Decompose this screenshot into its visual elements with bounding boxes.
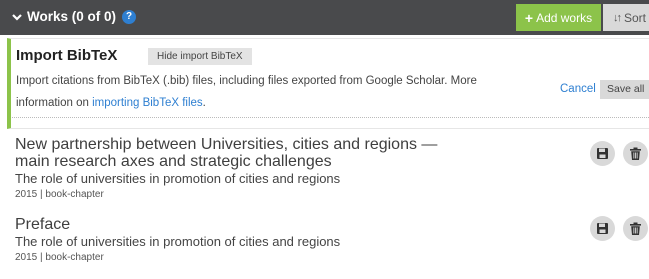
work-item: New partnership between Universities, ci… xyxy=(15,136,625,201)
import-description: Import citations from BibTeX (.bib) file… xyxy=(16,70,486,114)
work-meta: 2015 | book-chapter xyxy=(15,189,104,200)
trash-icon xyxy=(630,147,641,160)
help-icon[interactable]: ? xyxy=(122,9,137,24)
add-works-button[interactable]: + Add works xyxy=(516,4,601,31)
delete-work-button[interactable] xyxy=(623,216,648,241)
save-icon xyxy=(597,148,608,159)
works-title: Works (0 of 0) xyxy=(27,9,117,24)
save-work-button[interactable] xyxy=(590,141,615,166)
import-description-text: Import citations from BibTeX (.bib) file… xyxy=(16,75,477,109)
sort-button[interactable]: ↓↑ Sort xyxy=(603,4,649,31)
works-toggle[interactable]: Works (0 of 0) ? xyxy=(10,9,137,24)
trash-icon xyxy=(630,222,641,235)
save-icon xyxy=(597,223,608,234)
save-all-button[interactable]: Save all xyxy=(600,80,649,99)
importing-bibtex-link[interactable]: importing BibTeX files xyxy=(92,97,203,109)
sort-label: Sort xyxy=(624,10,647,25)
works-header: Works (0 of 0) ? + Add works ↓↑ Sort xyxy=(0,0,649,35)
sort-icon: ↓↑ xyxy=(613,11,622,24)
save-work-button[interactable] xyxy=(590,216,615,241)
plus-icon: + xyxy=(524,9,534,26)
cancel-link[interactable]: Cancel xyxy=(560,83,596,95)
import-bibtex-panel: Import BibTeX Hide import BibTeX Import … xyxy=(7,38,649,129)
work-journal: The role of universities in promotion of… xyxy=(15,234,341,249)
delete-work-button[interactable] xyxy=(623,141,648,166)
add-works-label: Add works xyxy=(536,10,593,25)
work-title: New partnership between Universities, ci… xyxy=(15,136,438,170)
work-journal: The role of universities in promotion of… xyxy=(15,171,341,186)
divider xyxy=(12,117,649,118)
work-meta: 2015 | book-chapter xyxy=(15,252,104,263)
work-item: Preface The role of universities in prom… xyxy=(15,216,625,264)
import-bibtex-title: Import BibTeX xyxy=(16,47,118,64)
hide-import-button[interactable]: Hide import BibTeX xyxy=(148,48,252,65)
work-title: Preface xyxy=(15,216,71,233)
chevron-down-icon xyxy=(12,13,22,21)
import-description-end: . xyxy=(202,97,206,109)
